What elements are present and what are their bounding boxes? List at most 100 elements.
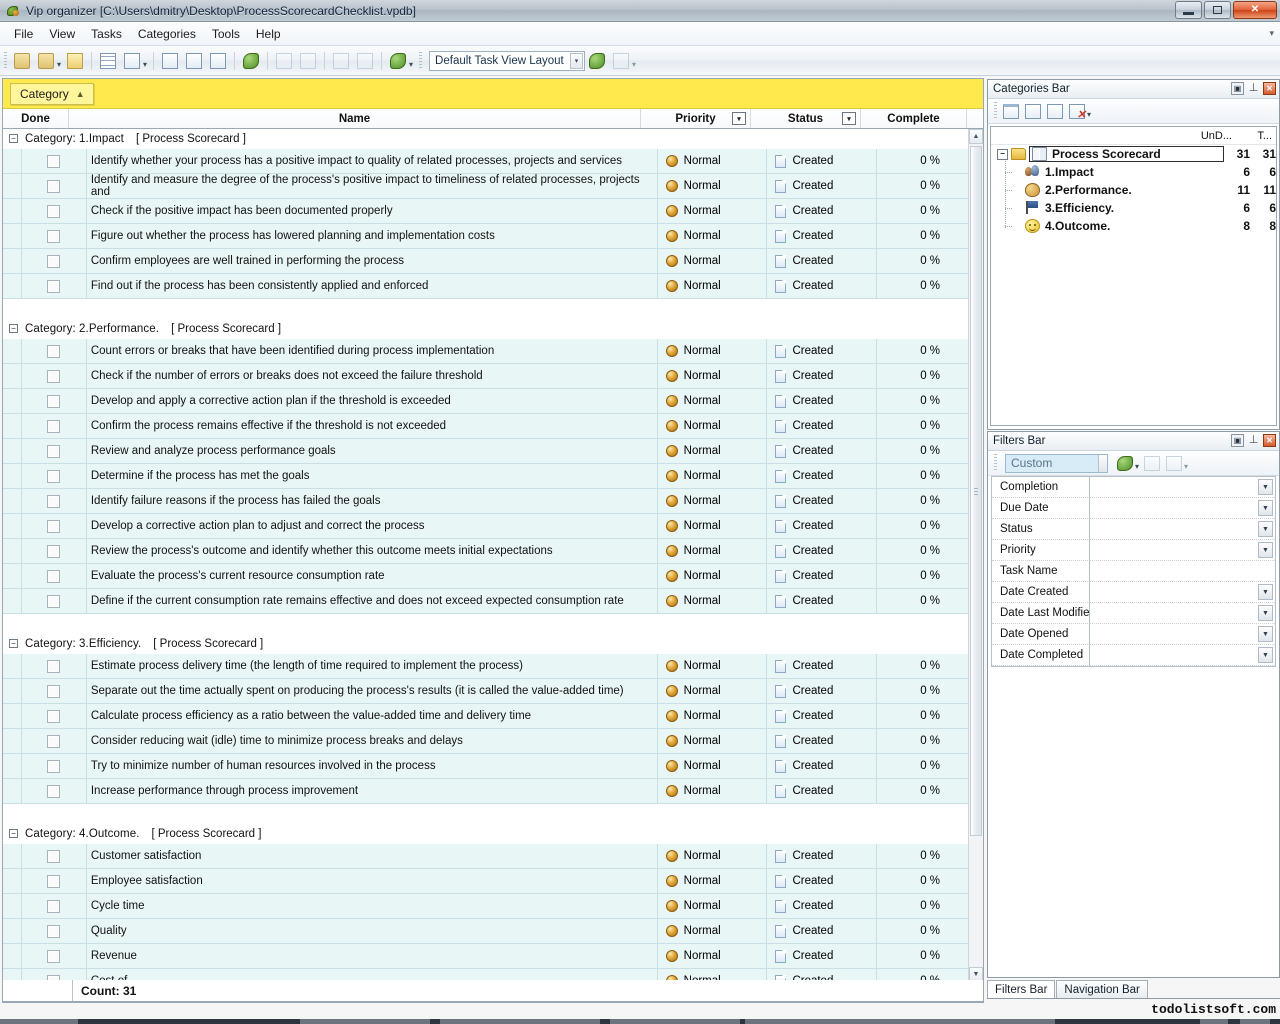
cell-task-name[interactable]: Review and analyze process performance g… <box>87 439 658 463</box>
cell-status[interactable]: Created <box>767 729 878 753</box>
cell-status[interactable]: Created <box>767 654 878 678</box>
delete-task-button[interactable] <box>207 50 229 72</box>
cell-done[interactable] <box>21 679 87 703</box>
table-row[interactable]: Cycle time Normal Created 0 % <box>3 894 983 919</box>
edit-task-button[interactable] <box>183 50 205 72</box>
table-row[interactable]: Try to minimize number of human resource… <box>3 754 983 779</box>
filters-bar-restore-icon[interactable]: ▣ <box>1231 434 1244 447</box>
filter-value-input[interactable]: ▼ <box>1090 498 1275 519</box>
new-task-dropdown-button[interactable] <box>35 50 57 72</box>
categories-caret-icon[interactable]: ▾ <box>409 60 413 69</box>
mark-started-button[interactable] <box>330 50 352 72</box>
done-checkbox[interactable] <box>47 494 61 508</box>
cell-status[interactable]: Created <box>767 464 878 488</box>
cell-priority[interactable]: Normal <box>658 844 768 868</box>
done-checkbox[interactable] <box>47 394 61 408</box>
table-row[interactable]: Check if the number of errors or breaks … <box>3 364 983 389</box>
menu-help[interactable]: Help <box>248 24 289 44</box>
cell-priority[interactable]: Normal <box>658 704 768 728</box>
edit-category-button[interactable] <box>1044 101 1066 122</box>
table-row[interactable]: Identify whether your process has a posi… <box>3 149 983 174</box>
done-checkbox[interactable] <box>47 759 61 773</box>
table-row[interactable]: Confirm employees are well trained in pe… <box>3 249 983 274</box>
table-row[interactable]: Develop a corrective action plan to adju… <box>3 514 983 539</box>
cell-task-name[interactable]: Develop and apply a corrective action pl… <box>87 389 658 413</box>
done-checkbox[interactable] <box>47 179 61 193</box>
column-header-complete[interactable]: Complete <box>861 109 967 128</box>
cell-priority[interactable]: Normal <box>658 224 768 248</box>
table-row[interactable]: Define if the current consumption rate r… <box>3 589 983 614</box>
print-preview-button[interactable] <box>121 50 143 72</box>
tab-navigation-bar[interactable]: Navigation Bar <box>1056 980 1148 998</box>
cell-status[interactable]: Created <box>767 539 878 563</box>
cell-done[interactable] <box>21 339 87 363</box>
layout-combo[interactable]: Default Task View Layout ▾ <box>429 50 586 71</box>
cell-status[interactable]: Created <box>767 224 878 248</box>
menu-tools[interactable]: Tools <box>204 24 248 44</box>
cell-done[interactable] <box>21 274 87 298</box>
filter-row[interactable]: Task Name <box>992 561 1275 582</box>
cell-done[interactable] <box>21 869 87 893</box>
cell-task-name[interactable]: Revenue <box>87 944 658 968</box>
done-checkbox[interactable] <box>47 544 61 558</box>
done-checkbox[interactable] <box>47 709 61 723</box>
done-checkbox[interactable] <box>47 899 61 913</box>
cell-status[interactable]: Created <box>767 919 878 943</box>
cell-priority[interactable]: Normal <box>658 919 768 943</box>
copy-task-button[interactable] <box>159 50 181 72</box>
filter-row[interactable]: Due Date ▼ <box>992 498 1275 519</box>
cell-priority[interactable]: Normal <box>658 274 768 298</box>
cell-done[interactable] <box>21 364 87 388</box>
menu-categories[interactable]: Categories <box>130 24 204 44</box>
table-row[interactable]: Find out if the process has been consist… <box>3 274 983 299</box>
cell-priority[interactable]: Normal <box>658 894 768 918</box>
scroll-up-button[interactable]: ▲ <box>969 129 983 144</box>
table-row[interactable]: Determine if the process has met the goa… <box>3 464 983 489</box>
priority-filter-icon[interactable]: ▾ <box>732 112 746 125</box>
filter-value-input[interactable]: ▼ <box>1090 519 1275 540</box>
done-checkbox[interactable] <box>47 734 61 748</box>
cell-done[interactable] <box>21 174 87 198</box>
cell-status[interactable]: Created <box>767 704 878 728</box>
cell-status[interactable]: Created <box>767 199 878 223</box>
table-row[interactable]: Separate out the time actually spent on … <box>3 679 983 704</box>
categories-toolbar-grip[interactable] <box>994 102 997 120</box>
cell-done[interactable] <box>21 149 87 173</box>
categories-bar-restore-icon[interactable]: ▣ <box>1231 82 1244 95</box>
cell-done[interactable] <box>21 389 87 413</box>
table-row[interactable]: Revenue Normal Created 0 % <box>3 944 983 969</box>
menu-tasks[interactable]: Tasks <box>83 24 130 44</box>
cell-priority[interactable]: Normal <box>658 539 768 563</box>
cell-done[interactable] <box>21 489 87 513</box>
done-checkbox[interactable] <box>47 254 61 268</box>
table-row[interactable]: Figure out whether the process has lower… <box>3 224 983 249</box>
table-row[interactable]: Increase performance through process imp… <box>3 779 983 804</box>
cell-priority[interactable]: Normal <box>658 729 768 753</box>
cell-status[interactable]: Created <box>767 389 878 413</box>
done-checkbox[interactable] <box>47 369 61 383</box>
cell-done[interactable] <box>21 729 87 753</box>
filter-dropdown-icon[interactable]: ▼ <box>1258 647 1273 663</box>
done-checkbox[interactable] <box>47 204 61 218</box>
cell-priority[interactable]: Normal <box>658 389 768 413</box>
category-tree-item[interactable]: 4.Outcome. 8 8 <box>991 217 1276 235</box>
done-checkbox[interactable] <box>47 154 61 168</box>
cell-done[interactable] <box>21 439 87 463</box>
filter-dropdown-icon[interactable]: ▼ <box>1258 605 1273 621</box>
new-task-caret-icon[interactable]: ▾ <box>57 60 61 69</box>
cell-done[interactable] <box>21 894 87 918</box>
done-checkbox[interactable] <box>47 344 61 358</box>
cell-priority[interactable]: Normal <box>658 589 768 613</box>
delete-filter-button[interactable] <box>1163 453 1185 474</box>
apply-filter-caret-icon[interactable]: ▾ <box>1135 462 1139 471</box>
cell-task-name[interactable]: Separate out the time actually spent on … <box>87 679 658 703</box>
task-properties-button[interactable] <box>97 50 119 72</box>
category-expander-icon[interactable]: − <box>997 148 1008 160</box>
column-header-priority[interactable]: Priority ▾ <box>641 109 751 128</box>
table-row[interactable]: Quality Normal Created 0 % <box>3 919 983 944</box>
cell-done[interactable] <box>21 514 87 538</box>
new-category-button[interactable] <box>1000 101 1022 122</box>
table-row[interactable]: Check if the positive impact has been do… <box>3 199 983 224</box>
cell-task-name[interactable]: Find out if the process has been consist… <box>87 274 658 298</box>
cell-status[interactable]: Created <box>767 249 878 273</box>
